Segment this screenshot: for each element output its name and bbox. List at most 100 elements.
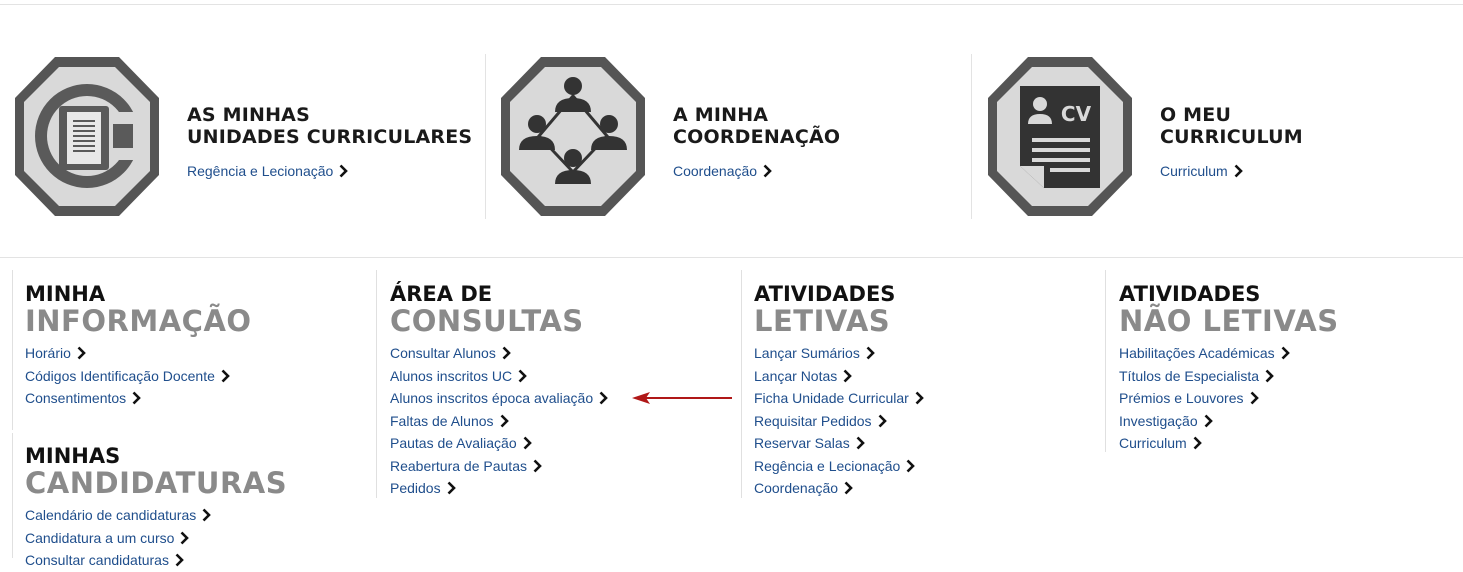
cv-icon-text: CV [1061, 102, 1092, 126]
link-label[interactable]: Regência e Lecionação [754, 458, 900, 474]
link-label[interactable]: Candidatura a um curso [25, 530, 174, 546]
link-label[interactable]: Coordenação [673, 163, 757, 179]
link-label[interactable]: Consultar candidaturas [25, 552, 169, 568]
book-icon[interactable] [11, 54, 163, 219]
section-title-line2: LETIVAS [754, 304, 891, 338]
link-calendario-de-candidaturas[interactable]: Calendário de candidaturas [25, 504, 287, 527]
link-label[interactable]: Horário [25, 345, 71, 361]
section-title-line1: ATIVIDADES [754, 282, 896, 306]
link-alunos-inscritos-uc[interactable]: Alunos inscritos UC [390, 365, 608, 388]
section-title-line1: ATIVIDADES [1119, 282, 1261, 306]
chevron-right-icon [878, 414, 887, 427]
chevron-right-icon [843, 369, 853, 382]
hero-curriculum: CV O MEU CURRICULUM Curriculum [984, 54, 1454, 219]
link-label[interactable]: Lançar Sumários [754, 345, 860, 361]
link-alunos-inscritos-epoca-avaliacao[interactable]: Alunos inscritos época avaliação [390, 387, 608, 410]
link-label[interactable]: Curriculum [1119, 435, 1187, 451]
link-label[interactable]: Códigos Identificação Docente [25, 368, 215, 384]
hero-title-line2: COORDENAÇÃO [673, 126, 841, 148]
link-label[interactable]: Ficha Unidade Curricular [754, 390, 909, 406]
link-label[interactable]: Consultar Alunos [390, 345, 496, 361]
section-atividades-letivas: ATIVIDADES LETIVAS Lançar Sumários Lançar… [754, 282, 924, 500]
link-premios-e-louvores[interactable]: Prémios e Louvores [1119, 387, 1339, 410]
chevron-right-icon [763, 164, 772, 178]
column-divider [12, 433, 13, 558]
link-list: Consultar Alunos Alunos inscritos UC Aluno… [390, 342, 608, 500]
hero-title-line1: AS MINHAS [187, 104, 310, 126]
chevron-right-icon [906, 459, 916, 472]
link-requisitar-pedidos[interactable]: Requisitar Pedidos [754, 410, 924, 433]
chevron-right-icon [1250, 391, 1259, 405]
link-label[interactable]: Reabertura de Pautas [390, 458, 527, 474]
link-consentimentos[interactable]: Consentimentos [25, 387, 252, 410]
link-regencia-lecionacao[interactable]: Regência e Lecionação [187, 163, 349, 179]
link-label[interactable]: Faltas de Alunos [390, 413, 494, 429]
column-divider [12, 270, 13, 430]
chevron-right-icon [1265, 369, 1274, 382]
link-label[interactable]: Pautas de Avaliação [390, 435, 517, 451]
link-label[interactable]: Prémios e Louvores [1119, 390, 1244, 406]
link-label[interactable]: Alunos inscritos UC [390, 368, 512, 384]
chevron-right-icon [866, 346, 875, 360]
link-codigos-identificacao-docente[interactable]: Códigos Identificação Docente [25, 365, 252, 388]
chevron-right-icon [500, 414, 509, 427]
section-title-line1: ÁREA DE [390, 282, 493, 306]
link-titulos-de-especialista[interactable]: Títulos de Especialista [1119, 365, 1339, 388]
link-label[interactable]: Calendário de candidaturas [25, 507, 196, 523]
chevron-right-icon [523, 436, 532, 450]
link-label[interactable]: Alunos inscritos época avaliação [390, 390, 593, 406]
column-divider [376, 270, 377, 498]
section-title-line1: MINHAS [25, 444, 121, 468]
link-horario[interactable]: Horário [25, 342, 252, 365]
hero-title-line1: O MEU [1160, 104, 1232, 126]
link-habilitacoes-academicas[interactable]: Habilitações Académicas [1119, 342, 1339, 365]
chevron-right-icon [844, 481, 853, 495]
link-list: Habilitações Académicas Títulos de Especi… [1119, 342, 1339, 455]
link-lancar-notas[interactable]: Lançar Notas [754, 365, 924, 388]
link-label[interactable]: Pedidos [390, 480, 441, 496]
people-network-icon[interactable] [497, 54, 649, 219]
chevron-right-icon [856, 436, 865, 450]
link-list: Calendário de candidaturas Candidatura a … [25, 504, 287, 572]
section-minha-informacao: MINHA INFORMAÇÃO Horário Códigos Identifi… [25, 282, 252, 410]
link-coordenacao[interactable]: Coordenação [673, 163, 772, 179]
hero-unidades-curriculares: AS MINHAS UNIDADES CURRICULARES Regência… [11, 54, 481, 219]
link-label[interactable]: Reservar Salas [754, 435, 850, 451]
link-label[interactable]: Regência e Lecionação [187, 163, 333, 179]
link-candidatura-a-um-curso[interactable]: Candidatura a um curso [25, 527, 287, 550]
link-label[interactable]: Habilitações Académicas [1119, 345, 1275, 361]
link-consultar-candidaturas[interactable]: Consultar candidaturas [25, 549, 287, 572]
link-label[interactable]: Investigação [1119, 413, 1198, 429]
link-pedidos[interactable]: Pedidos [390, 477, 608, 500]
link-regencia-e-lecionacao[interactable]: Regência e Lecionação [754, 455, 924, 478]
link-investigacao[interactable]: Investigação [1119, 410, 1339, 433]
chevron-right-icon [599, 391, 608, 405]
link-label[interactable]: Lançar Notas [754, 368, 837, 384]
link-consultar-alunos[interactable]: Consultar Alunos [390, 342, 608, 365]
link-lancar-sumarios[interactable]: Lançar Sumários [754, 342, 924, 365]
link-curriculum[interactable]: Curriculum [1119, 432, 1339, 455]
cv-document-icon[interactable]: CV [984, 54, 1136, 219]
link-coordenacao[interactable]: Coordenação [754, 477, 924, 500]
link-reabertura-de-pautas[interactable]: Reabertura de Pautas [390, 455, 608, 478]
chevron-right-icon [1193, 436, 1202, 450]
link-label[interactable]: Curriculum [1160, 163, 1228, 179]
link-label[interactable]: Coordenação [754, 480, 838, 496]
link-reservar-salas[interactable]: Reservar Salas [754, 432, 924, 455]
link-pautas-de-avaliacao[interactable]: Pautas de Avaliação [390, 432, 608, 455]
link-label[interactable]: Consentimentos [25, 390, 126, 406]
chevron-right-icon [202, 508, 212, 522]
link-label[interactable]: Títulos de Especialista [1119, 368, 1259, 384]
section-minhas-candidaturas: MINHAS CANDIDATURAS Calendário de candid… [25, 444, 287, 572]
link-ficha-unidade-curricular[interactable]: Ficha Unidade Curricular [754, 387, 924, 410]
link-faltas-de-alunos[interactable]: Faltas de Alunos [390, 410, 608, 433]
section-area-de-consultas: ÁREA DE CONSULTAS Consultar Alunos Alunos… [390, 282, 608, 500]
section-atividades-nao-letivas: ATIVIDADES NÃO LETIVAS Habilitações Acad… [1119, 282, 1339, 455]
chevron-right-icon [77, 346, 86, 360]
link-label[interactable]: Requisitar Pedidos [754, 413, 872, 429]
link-curriculum[interactable]: Curriculum [1160, 163, 1243, 179]
link-list: Lançar Sumários Lançar Notas Ficha Unidade… [754, 342, 924, 500]
chevron-right-icon [181, 531, 190, 544]
hero-divider [485, 54, 486, 219]
chevron-right-icon [447, 481, 456, 495]
